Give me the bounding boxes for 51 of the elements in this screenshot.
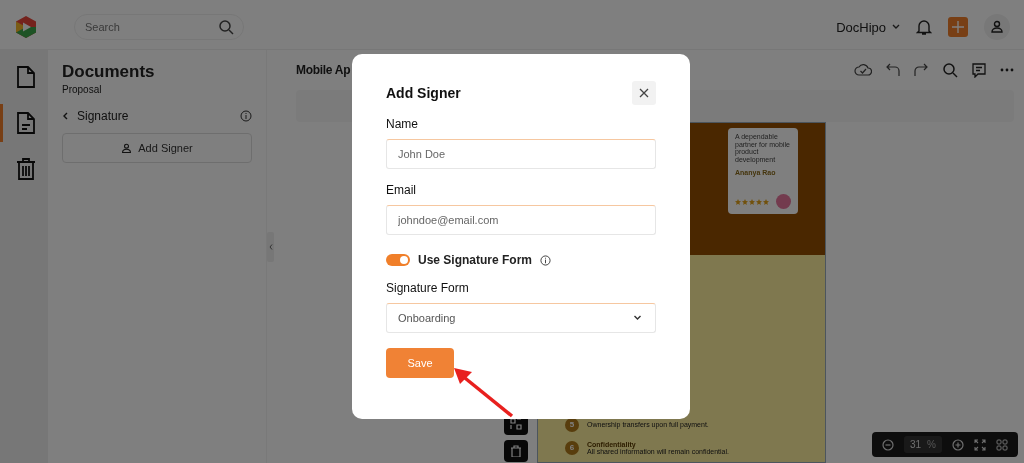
grid-icon[interactable] bbox=[996, 438, 1008, 451]
search-icon bbox=[218, 19, 234, 35]
field-label: Name bbox=[386, 117, 419, 131]
chevron-down-icon bbox=[633, 315, 642, 321]
field-label: Email bbox=[386, 183, 417, 197]
comment-icon[interactable] bbox=[972, 62, 986, 78]
dialog-title: Add Signer bbox=[386, 85, 461, 101]
search-field[interactable]: Search bbox=[74, 14, 244, 40]
bell-icon[interactable] bbox=[916, 18, 932, 36]
undo-icon[interactable] bbox=[886, 63, 900, 77]
toggle-switch[interactable] bbox=[386, 254, 410, 266]
info-icon[interactable] bbox=[540, 254, 552, 266]
back-link[interactable]: Signature bbox=[62, 109, 129, 123]
logo-icon bbox=[14, 15, 38, 39]
zoom-out-icon[interactable] bbox=[881, 438, 894, 451]
toggle-label: Use Signature Form bbox=[418, 253, 533, 267]
plus-icon bbox=[952, 21, 964, 33]
user-avatar[interactable] bbox=[984, 14, 1010, 40]
user-icon bbox=[990, 20, 1004, 34]
workspace-dropdown[interactable]: DocHipo bbox=[836, 19, 900, 35]
zoom-level-field[interactable]: 31 % bbox=[903, 436, 942, 453]
document-title: Mobile Ap bbox=[296, 63, 351, 77]
add-signer-button[interactable]: Add Signer bbox=[62, 133, 252, 163]
cloud-check-icon[interactable] bbox=[854, 63, 872, 77]
info-icon[interactable] bbox=[240, 110, 252, 122]
field-label: Signature Form bbox=[386, 281, 470, 295]
chevron-left-icon bbox=[62, 112, 68, 120]
chevron-down-icon bbox=[892, 24, 900, 30]
close-button[interactable] bbox=[632, 81, 656, 105]
input-field[interactable]: John Doe bbox=[386, 139, 656, 169]
input-field[interactable]: johndoe@email.com bbox=[386, 205, 656, 235]
panel-subtitle: Proposal bbox=[62, 84, 103, 95]
document-icon bbox=[15, 65, 36, 89]
zoom-in-icon[interactable] bbox=[952, 438, 964, 451]
fit-screen-icon[interactable] bbox=[974, 438, 986, 451]
more-icon[interactable] bbox=[1000, 68, 1014, 72]
save-button[interactable]: Save bbox=[386, 348, 454, 378]
trash-icon bbox=[15, 157, 36, 181]
avatar-placeholder bbox=[776, 194, 791, 209]
search-icon[interactable] bbox=[942, 62, 958, 78]
step-number: 6 bbox=[565, 440, 579, 455]
signature-form-dropdown[interactable]: Onboarding bbox=[386, 303, 656, 333]
panel-title: Documents bbox=[62, 62, 156, 82]
redo-icon[interactable] bbox=[914, 63, 928, 77]
delete-button[interactable] bbox=[504, 440, 528, 462]
trash-icon bbox=[510, 445, 522, 457]
collapse-handle[interactable] bbox=[267, 231, 274, 262]
user-icon bbox=[121, 142, 133, 154]
close-icon bbox=[639, 88, 649, 98]
document-icon bbox=[15, 111, 36, 135]
annotation-arrow bbox=[452, 366, 514, 418]
